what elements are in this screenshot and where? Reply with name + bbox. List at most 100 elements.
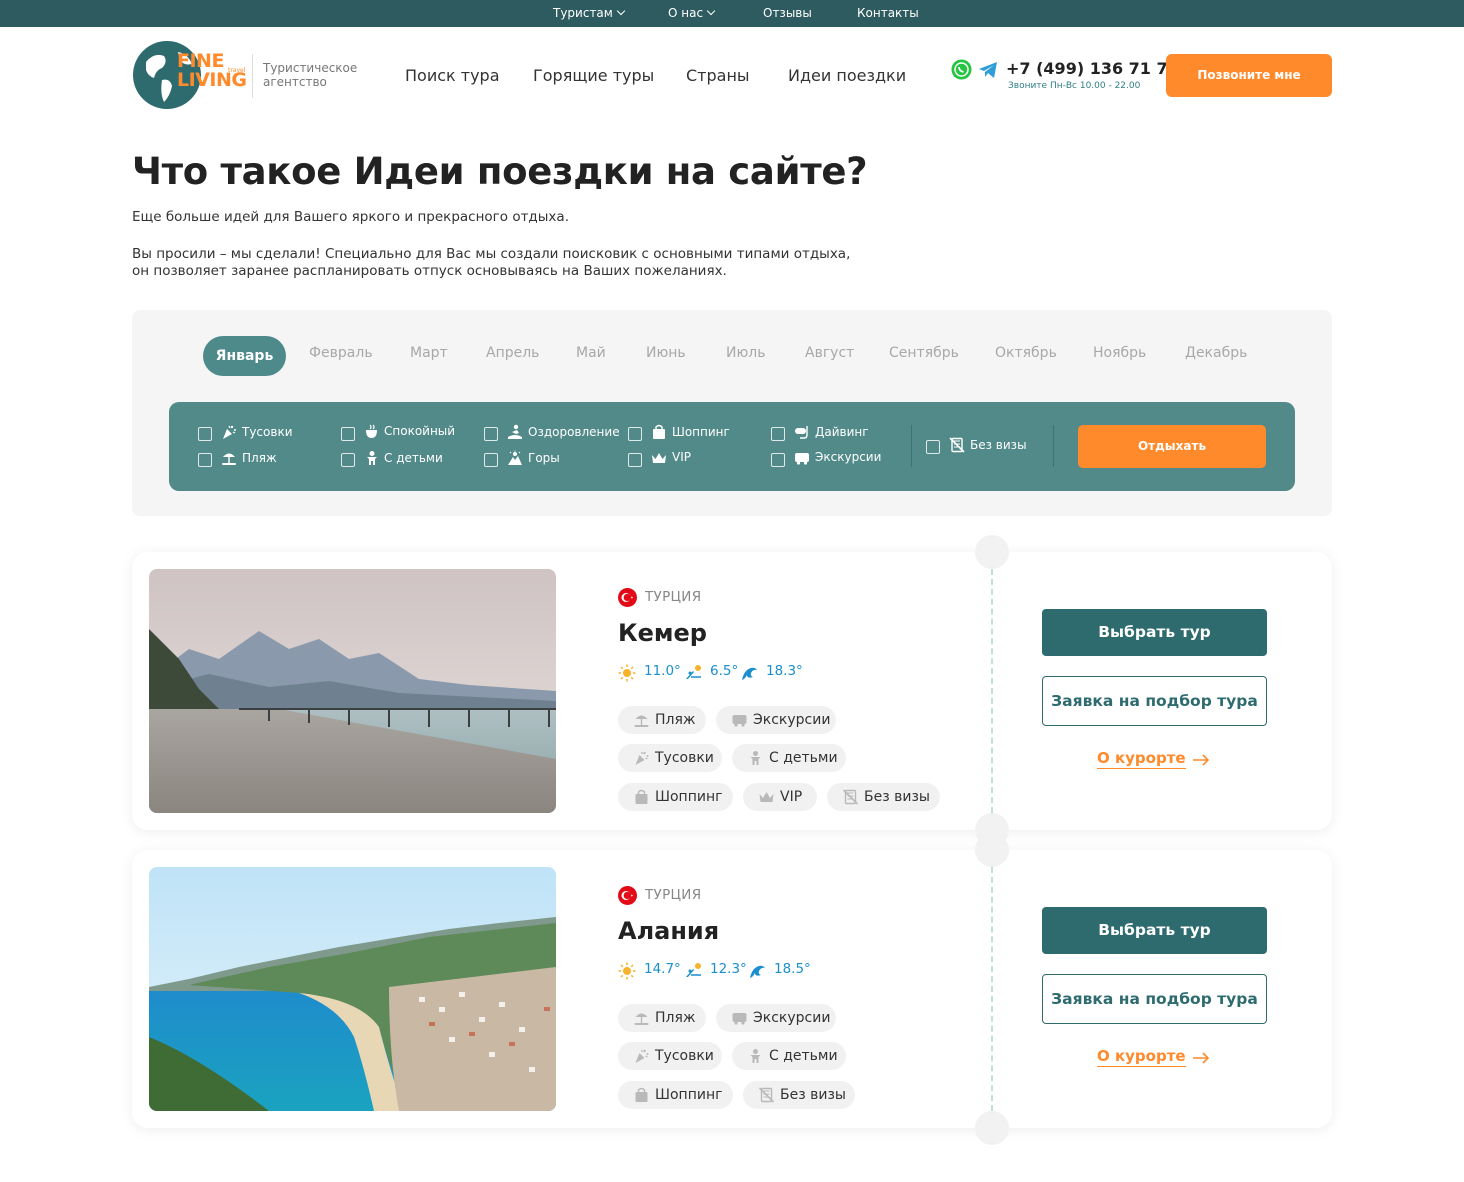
month-tab-december[interactable]: Декабрь [1185, 345, 1247, 361]
crown-icon [758, 789, 775, 805]
about-resort-link[interactable]: О курорте [1097, 1047, 1186, 1067]
tea-icon [364, 424, 380, 440]
about-resort-link[interactable]: О курорте [1097, 749, 1186, 769]
card-notch [975, 833, 1009, 867]
phone-hours: Звоните Пн-Вс 10.00 - 22.00 [1008, 81, 1141, 91]
telegram-icon[interactable] [978, 60, 999, 80]
beach-icon [221, 450, 237, 466]
topbar-item-reviews[interactable]: Отзывы [763, 6, 812, 20]
month-tab-april[interactable]: Апрель [486, 345, 539, 361]
filter-label-beach[interactable]: Пляж [242, 451, 277, 465]
checkbox-health[interactable] [484, 427, 498, 441]
checkbox-calm[interactable] [341, 427, 355, 441]
tour-request-button[interactable]: Заявка на подбор тура [1042, 974, 1267, 1024]
resort-photo-alanya[interactable] [149, 867, 556, 1111]
tag-party[interactable]: Тусовки [618, 744, 722, 772]
checkbox-shopping[interactable] [628, 427, 642, 441]
nav-trip-ideas[interactable]: Идеи поездки [788, 66, 906, 85]
resort-photo-kemer[interactable] [149, 569, 556, 813]
bus-icon [731, 712, 748, 728]
bus-icon [731, 1010, 748, 1026]
diving-icon [794, 424, 810, 440]
card-dashed-divider [991, 867, 993, 1111]
whatsapp-icon[interactable] [951, 59, 972, 80]
temp-water: 18.5° [774, 961, 811, 977]
tag-label: Без визы [780, 1087, 846, 1103]
tag-label: Тусовки [655, 750, 714, 766]
nav-tour-search[interactable]: Поиск тура [405, 66, 500, 85]
filter-label-vip[interactable]: VIP [672, 450, 691, 464]
tour-request-button[interactable]: Заявка на подбор тура [1042, 676, 1267, 726]
checkbox-children[interactable] [341, 453, 355, 467]
tag-excursions[interactable]: Экскурсии [716, 1004, 836, 1032]
health-icon [507, 424, 523, 440]
logo[interactable]: FINE LIVING travel [132, 40, 252, 110]
tag-party[interactable]: Тусовки [618, 1042, 722, 1070]
checkbox-excursions[interactable] [771, 453, 785, 467]
topbar-item-contacts[interactable]: Контакты [857, 6, 919, 20]
topbar-item-tourists[interactable]: Туристам [553, 6, 626, 20]
checkbox-vip[interactable] [628, 453, 642, 467]
month-tab-may[interactable]: Май [576, 345, 606, 361]
intro-paragraph-1: Еще больше идей для Вашего яркого и прек… [132, 209, 569, 225]
nav-hot-tours[interactable]: Горящие туры [533, 66, 654, 85]
tag-beach[interactable]: Пляж [618, 706, 706, 734]
call-me-button[interactable]: Позвоните мне [1166, 54, 1332, 97]
month-tab-march[interactable]: Март [410, 345, 448, 361]
resort-city[interactable]: Алания [618, 917, 719, 945]
tag-vip[interactable]: VIP [743, 783, 817, 811]
filter-label-shopping[interactable]: Шоппинг [672, 425, 730, 439]
topbar-item-label: Туристам [553, 6, 613, 20]
filter-label-excursions[interactable]: Экскурсии [815, 450, 881, 464]
choose-tour-button[interactable]: Выбрать тур [1042, 907, 1267, 954]
month-tab-july[interactable]: Июль [726, 345, 765, 361]
phone-number[interactable]: +7 (499) 136 71 71 [1006, 59, 1179, 78]
checkbox-party[interactable] [198, 427, 212, 441]
filter-label-mountains[interactable]: Горы [528, 451, 560, 465]
checkbox-no-visa[interactable] [926, 440, 940, 454]
checkbox-beach[interactable] [198, 453, 212, 467]
month-tab-august[interactable]: Август [805, 345, 854, 361]
month-tab-june[interactable]: Июнь [646, 345, 686, 361]
filter-label-no-visa[interactable]: Без визы [970, 438, 1027, 452]
topbar-item-about[interactable]: О нас [668, 6, 716, 20]
tag-no-visa[interactable]: Без визы [827, 783, 940, 811]
sunbathing-icon [685, 664, 703, 682]
tag-label: Пляж [655, 1010, 696, 1026]
card-dashed-divider [991, 569, 993, 813]
tag-label: Без визы [864, 789, 930, 805]
filter-label-diving[interactable]: Дайвинг [815, 425, 869, 439]
choose-tour-button[interactable]: Выбрать тур [1042, 609, 1267, 656]
no-visa-icon [842, 789, 859, 805]
tagline-line: агентство [263, 75, 327, 89]
nav-countries[interactable]: Страны [686, 66, 750, 85]
month-tab-october[interactable]: Октябрь [995, 345, 1057, 361]
tag-children[interactable]: С детьми [732, 1042, 846, 1070]
checkbox-mountains[interactable] [484, 453, 498, 467]
month-tab-february[interactable]: Февраль [309, 345, 373, 361]
arrow-right-icon[interactable] [1192, 754, 1210, 766]
filter-label-party[interactable]: Тусовки [242, 425, 293, 439]
arrow-right-icon[interactable] [1192, 1052, 1210, 1064]
month-tab-september[interactable]: Сентябрь [889, 345, 959, 361]
relax-submit-button[interactable]: Отдыхать [1078, 425, 1266, 468]
filter-label-calm[interactable]: Спокойный [384, 424, 455, 438]
filter-label-children[interactable]: С детьми [384, 451, 443, 465]
resort-city[interactable]: Кемер [618, 619, 707, 647]
resort-country: ТУРЦИЯ [645, 887, 702, 903]
alanya-landscape-image [149, 867, 556, 1111]
sun-icon [618, 664, 636, 682]
temp-day: 11.0° [644, 663, 681, 679]
tag-beach[interactable]: Пляж [618, 1004, 706, 1032]
checkbox-diving[interactable] [771, 427, 785, 441]
tag-no-visa[interactable]: Без визы [743, 1081, 855, 1109]
tag-excursions[interactable]: Экскурсии [716, 706, 836, 734]
month-tab-january[interactable]: Январь [203, 336, 286, 376]
temp-water: 18.3° [766, 663, 803, 679]
temp-night: 12.3° [710, 961, 747, 977]
tag-shopping[interactable]: Шоппинг [618, 1081, 733, 1109]
tag-shopping[interactable]: Шоппинг [618, 783, 733, 811]
month-tab-november[interactable]: Ноябрь [1093, 345, 1146, 361]
tag-children[interactable]: С детьми [732, 744, 846, 772]
filter-label-health[interactable]: Оздоровление [528, 425, 620, 439]
